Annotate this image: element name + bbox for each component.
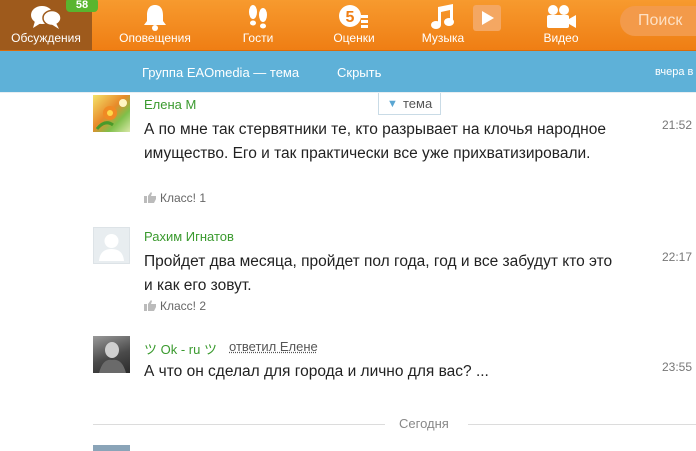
nav-item-discussions[interactable]: 58 Обсуждения (0, 0, 98, 50)
topic-timestamp: вчера в (655, 66, 694, 78)
like-button[interactable]: Класс! 1 (144, 191, 206, 206)
separator-line-left (93, 424, 385, 425)
author-name[interactable]: Рахим Игнатов (144, 229, 234, 244)
video-camera-icon (544, 3, 578, 34)
hide-link[interactable]: Скрыть (337, 65, 381, 80)
message-text: Пройдет два месяца, пройдет пол года, го… (144, 253, 613, 294)
bell-icon (142, 3, 168, 34)
topic-subbar: Группа EAOmedia — тема Скрыть вчера в (0, 51, 696, 92)
separator-line-right (468, 424, 696, 425)
author-name[interactable]: ツ Ok - ru ツ (144, 339, 217, 358)
message-text: А по мне так стервятники те, кто разрыва… (144, 121, 606, 162)
nav-label-video: Видео (543, 31, 579, 45)
music-play-button[interactable] (473, 5, 501, 31)
footprints-icon (245, 3, 271, 34)
search-input[interactable]: Поиск (620, 6, 696, 36)
topic-tab-label: тема (403, 96, 433, 111)
nav-label-ratings: Оценки (333, 31, 375, 45)
avatar[interactable] (93, 227, 130, 264)
like-count: Класс! 1 (160, 191, 207, 205)
default-user-icon (99, 234, 124, 261)
nav-item-video[interactable]: Видео (525, 0, 597, 50)
like-button[interactable]: Класс! 2 (144, 299, 206, 314)
nav-item-guests[interactable]: Гости (220, 0, 296, 50)
discussions-count-badge: 58 (66, 0, 98, 12)
message-text: А что он сделал для города и лично для в… (144, 363, 489, 380)
nav-label-guests: Гости (242, 31, 274, 45)
nav-label-discussions: Обсуждения (11, 31, 81, 45)
topic-toggle-tab[interactable]: ▼ тема (378, 93, 441, 115)
nav-item-ratings[interactable]: 5 Оценки (314, 0, 394, 50)
avatar[interactable] (93, 336, 130, 373)
message-time: 22:17 (662, 250, 693, 264)
message-time: 23:55 (662, 360, 693, 374)
top-navigation-bar: 58 Обсуждения Оповещения Гости 5 Оценки … (0, 0, 696, 51)
group-topic-link[interactable]: Группа EAOmedia — тема (142, 65, 299, 80)
user-photo-icon (99, 342, 126, 373)
reply-to-link[interactable]: ответил Елене (229, 339, 318, 354)
nav-item-notifications[interactable]: Оповещения (110, 0, 200, 50)
music-note-icon (429, 3, 457, 34)
like-count: Класс! 2 (160, 299, 207, 313)
play-icon (481, 10, 495, 31)
thumbs-up-icon (144, 300, 157, 314)
avatar[interactable] (93, 95, 130, 132)
flower-icon (95, 99, 127, 130)
date-separator: Сегодня (399, 416, 449, 431)
message-time: 21:52 (662, 118, 693, 132)
nav-label-music: Музыка (421, 31, 465, 45)
nav-label-notifications: Оповещения (119, 31, 191, 45)
svg-text:5: 5 (346, 9, 355, 26)
nav-item-music[interactable]: Музыка (410, 0, 476, 50)
avatar[interactable] (93, 445, 130, 451)
author-name[interactable]: Елена М (144, 97, 196, 112)
triangle-down-icon: ▼ (387, 98, 398, 110)
rating-5-icon: 5 (338, 3, 370, 34)
chat-bubbles-icon (29, 3, 63, 34)
thumbs-up-icon (144, 192, 157, 206)
subbar-divider (0, 92, 696, 93)
